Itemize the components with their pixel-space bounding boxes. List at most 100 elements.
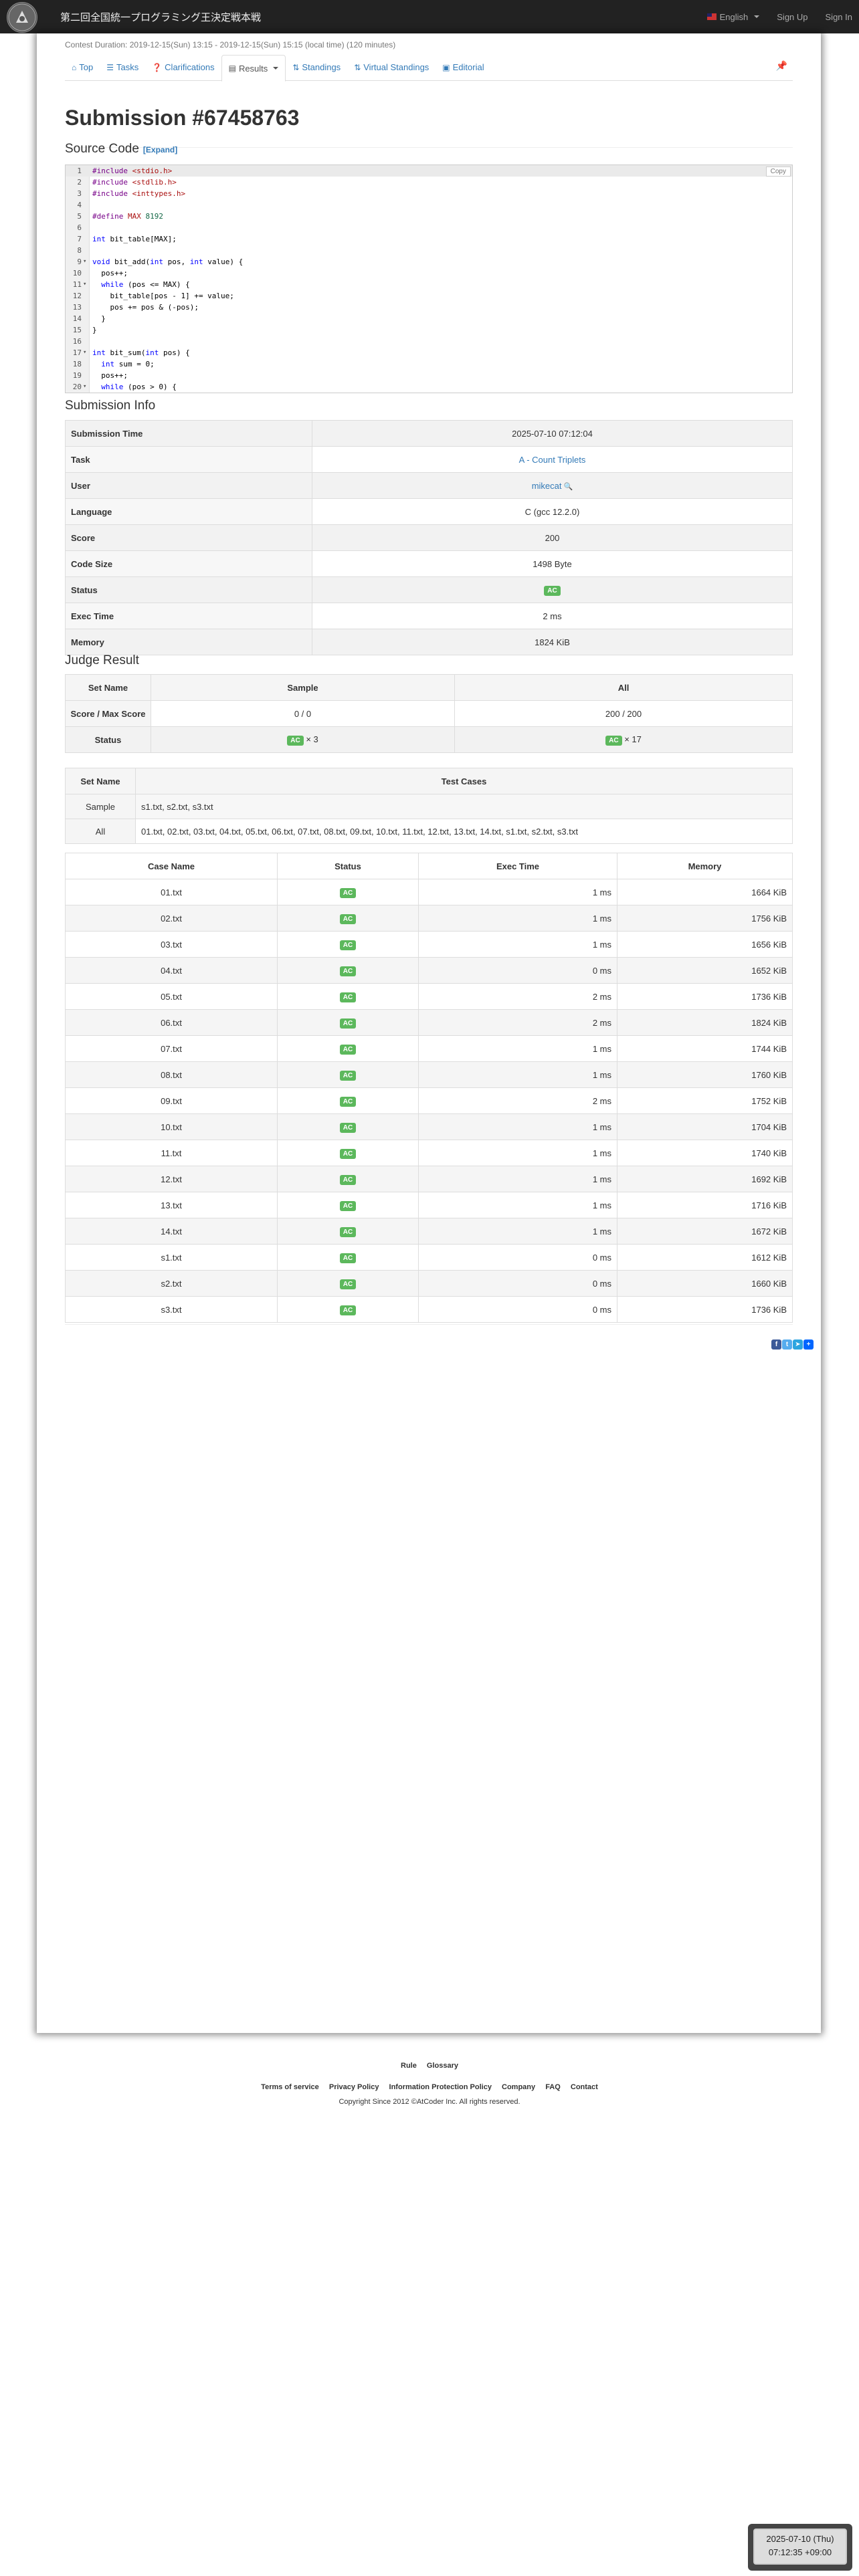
table-row: s2.txt AC 0 ms 1660 KiB bbox=[65, 1270, 793, 1297]
case-memory: 1736 KiB bbox=[617, 983, 793, 1010]
code-line: 9 ▾ void bit_add(int pos, int value) { bbox=[66, 256, 792, 267]
info-value: mikecat 🔍 bbox=[312, 472, 793, 499]
search-icon[interactable]: 🔍 bbox=[562, 483, 573, 491]
fold-arrow-icon[interactable]: ▾ bbox=[83, 347, 86, 358]
ac-badge: AC bbox=[287, 735, 304, 746]
tab-virtual-standings[interactable]: ⇅ Virtual Standings bbox=[347, 55, 436, 80]
case-exec-time: 1 ms bbox=[418, 1166, 617, 1192]
question-icon: ❓ bbox=[152, 62, 163, 72]
language-label: English bbox=[719, 11, 749, 22]
case-memory: 1656 KiB bbox=[617, 931, 793, 958]
info-value: 1824 KiB bbox=[312, 629, 793, 655]
code-line: 5 #define MAX 8192 bbox=[66, 211, 792, 222]
case-memory: 1652 KiB bbox=[617, 957, 793, 984]
expand-link[interactable]: [Expand] bbox=[143, 145, 177, 154]
status-label: Status bbox=[65, 726, 151, 753]
sign-in-link[interactable]: Sign In bbox=[826, 12, 852, 22]
code-text: } bbox=[92, 314, 106, 323]
fold-arrow-icon[interactable]: ▾ bbox=[83, 256, 86, 267]
submission-info-table: Submission Time 2025-07-10 07:12:04 Task A … bbox=[65, 420, 793, 655]
tab-clarifications[interactable]: ❓ Clarifications bbox=[145, 55, 221, 80]
privacy-link[interactable]: Privacy Policy bbox=[329, 2083, 379, 2091]
all-count: × 17 bbox=[624, 734, 642, 744]
copy-button[interactable]: Copy bbox=[765, 167, 791, 177]
code-line: 8 bbox=[66, 245, 792, 256]
ac-badge: AC bbox=[339, 1070, 357, 1081]
code-line: 7 int bit_table[MAX]; bbox=[66, 233, 792, 245]
info-protection-link[interactable]: Information Protection Policy bbox=[389, 2083, 492, 2091]
share-buttons: f t ➤ + bbox=[771, 1339, 814, 1350]
case-name: 14.txt bbox=[65, 1218, 278, 1245]
case-exec-time: 2 ms bbox=[418, 983, 617, 1010]
case-memory: 1752 KiB bbox=[617, 1087, 793, 1114]
line-number: 1 bbox=[77, 167, 82, 175]
book-icon: ▣ bbox=[442, 62, 450, 72]
code-line: 19 pos++; bbox=[66, 370, 792, 381]
case-exec-time: 0 ms bbox=[418, 957, 617, 984]
contact-link[interactable]: Contact bbox=[571, 2083, 598, 2091]
terms-link[interactable]: Terms of service bbox=[261, 2083, 319, 2091]
code-text: int bit_sum(int pos) { bbox=[92, 348, 190, 357]
case-status: AC bbox=[277, 1061, 419, 1088]
case-name: s3.txt bbox=[65, 1296, 278, 1323]
sort-icon: ⇅ bbox=[354, 62, 361, 72]
case-exec-time: 2 ms bbox=[418, 1087, 617, 1114]
tab-top[interactable]: ⌂ Top bbox=[65, 55, 100, 80]
case-name: s1.txt bbox=[65, 1244, 278, 1271]
tab-tasks[interactable]: ☰ Tasks bbox=[100, 55, 145, 80]
info-row: Submission Time 2025-07-10 07:12:04 bbox=[65, 420, 793, 447]
sign-up-link[interactable]: Sign Up bbox=[777, 12, 807, 22]
table-row: 05.txt AC 2 ms 1736 KiB bbox=[65, 983, 793, 1010]
line-number: 8 bbox=[77, 246, 82, 255]
rule-link[interactable]: Rule bbox=[401, 2062, 417, 2070]
tab-standings[interactable]: ⇅ Standings bbox=[286, 55, 347, 80]
tab-results[interactable]: ▤ Results bbox=[221, 55, 286, 82]
info-value: A - Count Triplets bbox=[312, 446, 793, 473]
line-number: 9 bbox=[77, 257, 82, 266]
table-row: All 01.txt, 02.txt, 03.txt, 04.txt, 05.t… bbox=[65, 819, 793, 844]
table-row: s3.txt AC 0 ms 1736 KiB bbox=[65, 1296, 793, 1323]
info-row: Status AC bbox=[65, 576, 793, 603]
judge-result-heading: Judge Result bbox=[65, 653, 139, 667]
fold-arrow-icon[interactable]: ▾ bbox=[83, 381, 86, 393]
contest-duration: Contest Duration: 2019-12-15(Sun) 13:15 … bbox=[65, 40, 396, 49]
code-text: #include <inttypes.h> bbox=[92, 189, 186, 198]
table-row: s1.txt AC 0 ms 1612 KiB bbox=[65, 1244, 793, 1271]
user-link[interactable]: mikecat bbox=[532, 481, 562, 491]
source-code-editor[interactable]: 1 #include <stdio.h> 2 #include <stdlib.h> 3… bbox=[65, 165, 793, 393]
fold-arrow-icon[interactable]: ▾ bbox=[83, 279, 86, 290]
faq-link[interactable]: FAQ bbox=[545, 2083, 561, 2091]
language-dropdown[interactable]: English bbox=[706, 11, 760, 22]
line-number: 18 bbox=[72, 360, 82, 368]
info-label: User bbox=[65, 472, 312, 499]
line-number: 17 bbox=[72, 348, 82, 357]
facebook-icon[interactable]: f bbox=[771, 1339, 781, 1350]
judge-summary-table: Set Name Sample All Score / Max Score 0 … bbox=[65, 674, 793, 753]
task-link[interactable]: A - Count Triplets bbox=[519, 455, 586, 465]
info-row: Language C (gcc 12.2.0) bbox=[65, 498, 793, 525]
ac-badge: AC bbox=[339, 1148, 357, 1159]
tab-editorial[interactable]: ▣ Editorial bbox=[436, 55, 490, 80]
case-status: AC bbox=[277, 1087, 419, 1114]
glossary-link[interactable]: Glossary bbox=[427, 2062, 458, 2070]
case-status: AC bbox=[277, 879, 419, 905]
info-value: 2025-07-10 07:12:04 bbox=[312, 420, 793, 447]
twitter-icon[interactable]: t bbox=[782, 1339, 792, 1350]
case-name: 12.txt bbox=[65, 1166, 278, 1192]
company-link[interactable]: Company bbox=[502, 2083, 535, 2091]
info-row: User mikecat 🔍 bbox=[65, 472, 793, 499]
share-plus-icon[interactable]: + bbox=[803, 1339, 814, 1350]
case-memory: 1704 KiB bbox=[617, 1113, 793, 1140]
case-status: AC bbox=[277, 983, 419, 1010]
contest-title[interactable]: 第二回全国統一プログラミング王決定戦本戦 bbox=[60, 10, 261, 24]
ac-badge: AC bbox=[339, 1253, 357, 1263]
ac-badge: AC bbox=[339, 1096, 357, 1107]
table-row: 09.txt AC 2 ms 1752 KiB bbox=[65, 1087, 793, 1114]
table-row: 08.txt AC 1 ms 1760 KiB bbox=[65, 1061, 793, 1088]
info-label: Memory bbox=[65, 629, 312, 655]
case-memory: 1736 KiB bbox=[617, 1296, 793, 1323]
telegram-icon[interactable]: ➤ bbox=[793, 1339, 803, 1350]
fixed-clock: 2025-07-10 (Thu) 07:12:35 +09:00 bbox=[748, 2524, 852, 2571]
atcoder-logo[interactable] bbox=[7, 2, 37, 33]
pin-icon[interactable]: 📌 bbox=[776, 60, 787, 72]
